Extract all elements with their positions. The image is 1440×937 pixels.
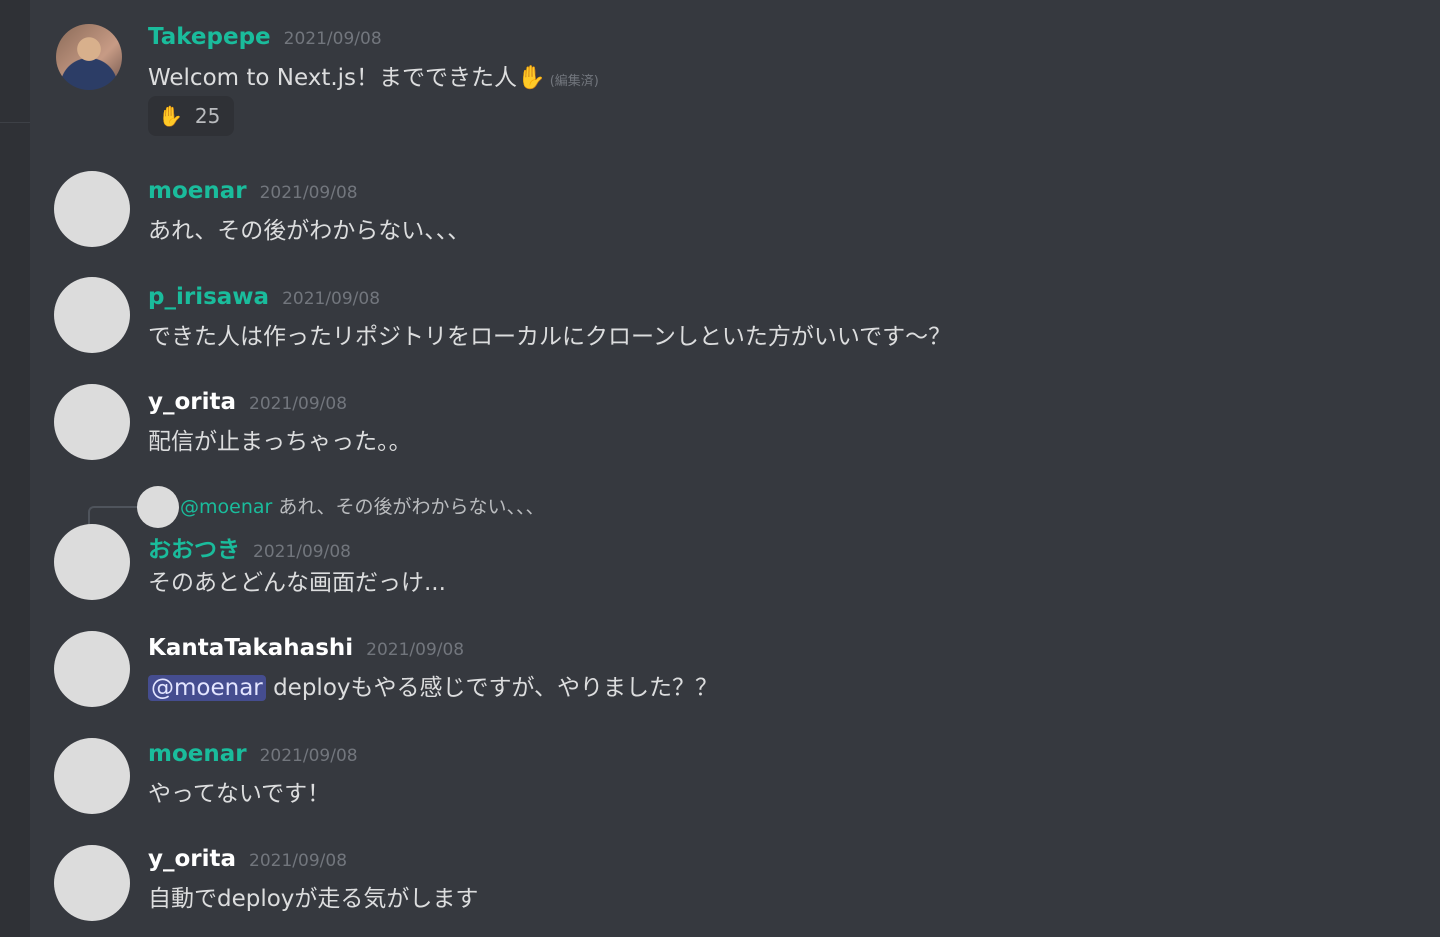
avatar[interactable] — [54, 738, 130, 814]
timestamp: 2021/09/08 — [249, 394, 348, 414]
message-content: 自動でdeployが走る気がします — [148, 886, 479, 912]
message-header: Takepepe 2021/09/08 — [148, 24, 382, 50]
message-list: Takepepe 2021/09/08 Welcom to Next.js！まで… — [30, 0, 1440, 937]
avatar[interactable] — [54, 524, 130, 600]
avatar[interactable] — [56, 24, 122, 90]
username[interactable]: p_irisawa — [148, 284, 269, 310]
message-header: p_irisawa 2021/09/08 — [148, 284, 380, 310]
message-content: @moenar deployもやる感じですが、やりました？？ — [148, 668, 718, 702]
username[interactable]: moenar — [148, 741, 247, 767]
sidebar-divider — [0, 122, 30, 123]
reply-avatar — [137, 486, 179, 528]
reaction-count: 25 — [194, 104, 221, 128]
timestamp: 2021/09/08 — [249, 851, 348, 871]
timestamp: 2021/09/08 — [282, 289, 381, 309]
username[interactable]: moenar — [148, 178, 247, 204]
message-text: deployもやる感じですが、やりました？？ — [265, 675, 719, 701]
server-sidebar-edge — [0, 0, 30, 937]
timestamp: 2021/09/08 — [366, 640, 465, 660]
message-content: できた人は作ったリポジトリをローカルにクローンしといた方がいいです〜？ — [148, 324, 952, 350]
username[interactable]: y_orita — [148, 389, 236, 415]
timestamp: 2021/09/08 — [253, 542, 351, 562]
message-text: Welcom to Next.js！までできた人 — [148, 65, 518, 91]
avatar[interactable] — [54, 171, 130, 247]
message-header: y_orita 2021/09/08 — [148, 389, 347, 415]
avatar[interactable] — [54, 277, 130, 353]
message-content: やってないです！ — [148, 781, 331, 807]
reply-preview[interactable]: @moenar あれ、その後がわからない、、、 — [180, 492, 545, 519]
avatar[interactable] — [54, 384, 130, 460]
timestamp: 2021/09/08 — [259, 183, 358, 203]
reaction-button[interactable]: ✋ 25 — [148, 96, 234, 136]
avatar[interactable] — [54, 631, 130, 707]
message-content: Welcom to Next.js！までできた人✋ (編集済) — [148, 58, 599, 92]
message-header: moenar 2021/09/08 — [148, 741, 358, 767]
message-content: そのあとどんな画面だっけ... — [148, 570, 446, 596]
message-header: おおつき 2021/09/08 — [148, 530, 351, 564]
message-header: KantaTakahashi 2021/09/08 — [148, 635, 464, 661]
raised-hand-emoji-icon: ✋ — [517, 65, 546, 91]
message-header: y_orita 2021/09/08 — [148, 846, 347, 872]
timestamp: 2021/09/08 — [283, 29, 382, 49]
message-header: moenar 2021/09/08 — [148, 178, 358, 204]
username[interactable]: y_orita — [148, 846, 236, 872]
raised-hand-icon: ✋ — [158, 104, 183, 128]
avatar[interactable] — [54, 845, 130, 921]
user-mention[interactable]: @moenar — [148, 675, 266, 701]
username[interactable]: KantaTakahashi — [148, 635, 353, 661]
reply-mention[interactable]: @moenar — [180, 496, 272, 518]
message-content: 配信が止まっちゃった。。 — [148, 429, 412, 455]
username[interactable]: Takepepe — [148, 24, 271, 50]
reply-excerpt: あれ、その後がわからない、、、 — [278, 496, 545, 518]
reply-connector — [88, 506, 140, 524]
username[interactable]: おおつき — [148, 530, 240, 564]
edited-label: (編集済) — [549, 74, 599, 89]
message-content: あれ、その後がわからない、、、 — [148, 218, 471, 244]
timestamp: 2021/09/08 — [259, 746, 358, 766]
